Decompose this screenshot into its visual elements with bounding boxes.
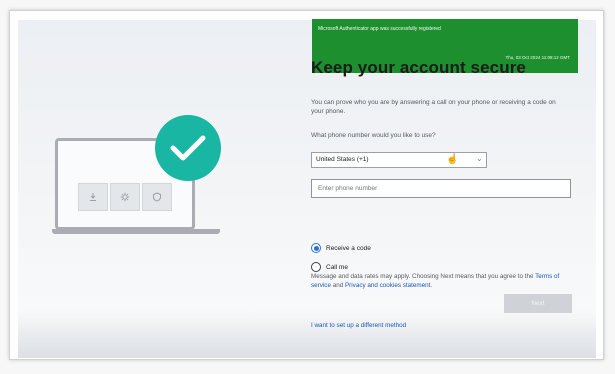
country-code-dropdown[interactable]: United States (+1) <box>311 152 487 168</box>
country-code-value: United States (+1) <box>316 156 369 163</box>
radio-call-me-label: Call me <box>326 263 349 271</box>
toast-message: Microsoft Authenticator app was successf… <box>318 26 441 32</box>
radio-receive-code-label: Receive a code <box>326 244 371 252</box>
hand-cursor-icon: ☝ <box>446 154 459 165</box>
gear-icon <box>110 183 140 211</box>
radio-call-me[interactable]: Call me <box>311 262 348 272</box>
laptop-base <box>52 229 220 234</box>
phone-question-label: What phone number would you like to use? <box>311 132 436 139</box>
checkmark-icon <box>170 135 206 161</box>
page-title: Keep your account secure <box>311 58 526 77</box>
radio-button-unselected[interactable] <box>311 262 321 272</box>
privacy-statement-link[interactable]: Privacy and cookies statement <box>345 282 430 289</box>
download-icon <box>78 183 108 211</box>
rates-disclaimer: Message and data rates may apply. Choosi… <box>311 272 573 290</box>
disclaimer-text: Message and data rates may apply. Choosi… <box>311 273 536 280</box>
different-method-link[interactable]: I want to set up a different method <box>311 322 406 329</box>
page-bottom-shade <box>18 310 596 358</box>
shield-icon <box>142 183 172 211</box>
disclaimer-and: and <box>330 282 345 289</box>
radio-receive-code[interactable]: Receive a code <box>311 243 371 253</box>
radio-button-selected[interactable] <box>311 243 321 253</box>
phone-number-input[interactable] <box>311 179 571 198</box>
laptop-app-tiles <box>78 183 172 211</box>
next-button[interactable]: Next <box>504 294 572 313</box>
chevron-down-icon[interactable]: ⌄ <box>476 154 483 164</box>
success-check-circle <box>155 115 221 181</box>
disclaimer-end: . <box>430 282 433 289</box>
page-description: You can prove who you are by answering a… <box>311 99 556 115</box>
